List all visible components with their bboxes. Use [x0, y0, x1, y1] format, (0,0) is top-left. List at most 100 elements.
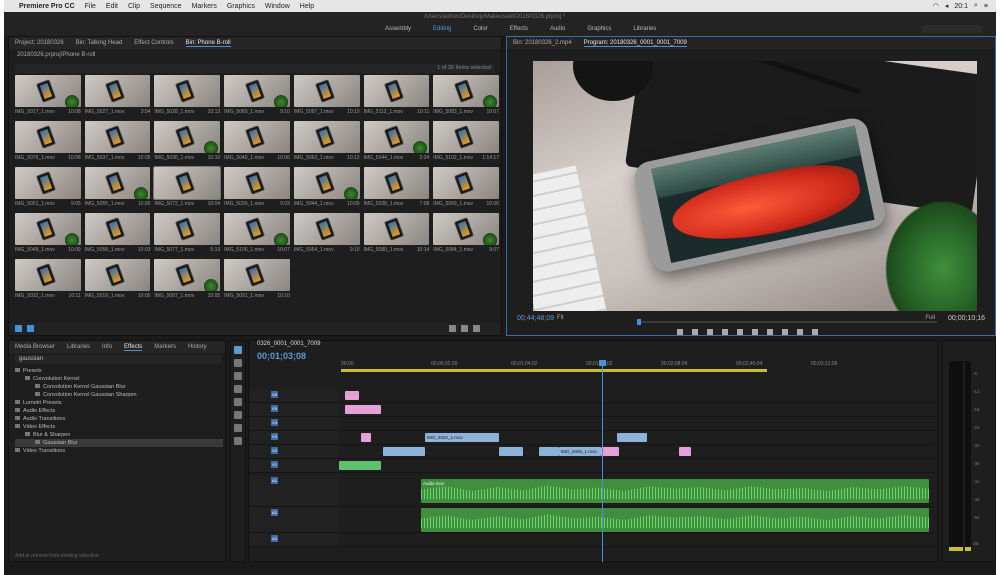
program-scrubber[interactable]	[637, 319, 937, 325]
type-tool-icon[interactable]	[234, 437, 242, 445]
track-label[interactable]: A2	[271, 509, 278, 516]
clip-thumbnail[interactable]: IMG_5102_1.mov 1:14:17	[433, 121, 499, 164]
track-label[interactable]: V3	[271, 433, 278, 440]
menu-edit[interactable]: Edit	[106, 3, 118, 10]
mark-out-icon[interactable]	[692, 329, 698, 335]
clip-thumbnail[interactable]: IMG_5036_1.mov 10:10	[154, 121, 221, 164]
effects-tree-item[interactable]: Gaussian Blur	[15, 439, 223, 447]
clip-v6[interactable]	[345, 391, 359, 400]
effects-search-input[interactable]: gaussian	[15, 355, 221, 364]
clip-thumbnail[interactable]: IMG_5044_1.mov 3:24	[363, 121, 430, 164]
clip-thumbnail[interactable]: IMG_5039_1.mov 9:03	[224, 167, 290, 210]
tab-markers[interactable]: Markers	[154, 344, 176, 350]
razor-icon[interactable]	[234, 385, 242, 393]
effects-tree-item[interactable]: Convolution Kernel	[15, 375, 223, 383]
icon-view-icon[interactable]	[27, 325, 34, 332]
clip-thumbnail[interactable]: IMG_5058_1.mov 10:03	[84, 213, 151, 256]
clip-thumbnail[interactable]: IMG_5097_1.mov 10:10	[293, 75, 360, 118]
tab-source[interactable]: Bin: 20180326_2.mp4	[513, 40, 572, 46]
clip-v5[interactable]	[345, 405, 381, 414]
ws-audio[interactable]: Audio	[539, 24, 576, 34]
new-bin-icon[interactable]	[449, 325, 456, 332]
clip-v2-a[interactable]	[383, 447, 425, 456]
clip-thumbnail[interactable]: IMG_5106_1.mov 10:07	[224, 213, 290, 256]
help-search-input[interactable]	[922, 25, 982, 33]
clip-thumbnail[interactable]: IMG_5069_1.mov 10:06	[433, 167, 499, 210]
audio-clip-a2[interactable]	[421, 508, 929, 532]
track-label[interactable]: A1	[271, 477, 278, 484]
ripple-edit-icon[interactable]	[234, 372, 242, 380]
clip-thumbnail[interactable]: IMG_5048_1.mov 10:09	[15, 213, 81, 256]
track-label[interactable]: V4	[271, 419, 278, 426]
tab-libraries[interactable]: Libraries	[67, 344, 90, 350]
menu-sequence[interactable]: Sequence	[150, 3, 182, 10]
clip-thumbnail[interactable]: IMG_5027_1.mov 3:04	[84, 75, 151, 118]
tab-bin-phone-broll[interactable]: Bin: Phone B-roll	[185, 40, 231, 47]
hand-icon[interactable]	[234, 424, 242, 432]
lift-icon[interactable]	[782, 329, 788, 335]
tab-bin-talking-head[interactable]: Bin: Talking Head	[76, 40, 123, 46]
go-to-in-icon[interactable]	[707, 329, 713, 335]
ws-assembly[interactable]: Assembly	[374, 24, 422, 34]
clip-thumbnail[interactable]: IMG_5054_1.mov 9:10	[293, 213, 360, 256]
track-label[interactable]: A3	[271, 535, 278, 542]
time-ruler[interactable]: 00;00 00;00;32;00 00;01;04;02 00;01;36;0…	[341, 351, 933, 372]
effects-tree-item[interactable]: Video Transitions	[15, 447, 223, 455]
tab-media-browser[interactable]: Media Browser	[15, 344, 55, 350]
tab-effects[interactable]: Effects	[124, 344, 143, 351]
clip-v3[interactable]	[361, 433, 371, 442]
menu-list-icon[interactable]: ≡	[984, 3, 988, 10]
clip-v2-b[interactable]	[499, 447, 523, 456]
clip-v2-c[interactable]	[539, 447, 559, 456]
play-icon[interactable]	[737, 329, 743, 335]
menu-graphics[interactable]: Graphics	[227, 3, 255, 10]
new-item-icon[interactable]	[461, 325, 468, 332]
tab-program[interactable]: Program: 20180326_0001_0001_7009	[583, 40, 687, 47]
clip-thumbnail[interactable]: IMG_5032_1.mov 10:11	[15, 259, 81, 302]
tab-effect-controls[interactable]: Effect Controls	[134, 40, 173, 46]
work-area-bar[interactable]	[341, 369, 933, 372]
clip-thumbnail[interactable]: IMG_5080_1.mov 10:14	[363, 213, 430, 256]
ws-effects[interactable]: Effects	[499, 24, 539, 34]
clip-thumbnail[interactable]: IMG_5051_1.mov 9:05	[15, 167, 81, 210]
tab-project[interactable]: Project: 20180326	[15, 40, 64, 46]
ws-color[interactable]: Color	[462, 24, 498, 34]
clip-v1[interactable]	[339, 461, 381, 470]
clip-thumbnail[interactable]: IMG_5037_1.mov 10:05	[84, 121, 151, 164]
step-back-icon[interactable]	[722, 329, 728, 335]
tab-history[interactable]: History	[188, 344, 207, 350]
timeline-playhead[interactable]	[599, 360, 606, 562]
mark-in-icon[interactable]	[677, 329, 683, 335]
clip-v3-b[interactable]	[617, 433, 647, 442]
selection-tool-icon[interactable]	[234, 346, 242, 354]
menu-markers[interactable]: Markers	[192, 3, 217, 10]
track-label[interactable]: V2	[271, 447, 278, 454]
extract-icon[interactable]	[797, 329, 803, 335]
sequence-tab[interactable]: 0326_0001_0001_7009	[257, 341, 320, 347]
effects-tree-item[interactable]: Lumetri Presets	[15, 399, 223, 407]
clip-thumbnail[interactable]: IMG_5083_1.mov 10:07	[433, 75, 499, 118]
effects-tree-item[interactable]: Presets	[15, 367, 223, 375]
audio-clip-a1[interactable]: Audio.mov	[421, 479, 929, 503]
clip-thumbnail[interactable]: IMG_5028_1.mov 10:13	[154, 75, 221, 118]
bin-search-input[interactable]	[15, 64, 495, 73]
menu-help[interactable]: Help	[300, 3, 314, 10]
trash-icon[interactable]	[473, 325, 480, 332]
go-to-out-icon[interactable]	[767, 329, 773, 335]
ws-libraries[interactable]: Libraries	[622, 24, 667, 34]
clock[interactable]: 20:1	[954, 3, 968, 10]
clip-v3-main[interactable]: IMG_5082_1.mov	[425, 433, 499, 442]
effects-tree-item[interactable]: Video Effects	[15, 423, 223, 431]
clip-thumbnail[interactable]: IMG_5063_1.mov 10:13	[293, 121, 360, 164]
clip-thumbnail[interactable]: IMG_5019_1.mov 10:05	[84, 259, 151, 302]
export-frame-icon[interactable]	[812, 329, 818, 335]
ws-editing[interactable]: Editing	[422, 24, 462, 34]
list-view-icon[interactable]	[15, 325, 22, 332]
menu-window[interactable]: Window	[265, 3, 290, 10]
menu-clip[interactable]: Clip	[128, 3, 140, 10]
clip-thumbnail[interactable]: IMG_5044_1.mov 10:09	[293, 167, 360, 210]
clip-thumbnail[interactable]: IMG_5017_1.mov 10:08	[15, 75, 81, 118]
playhead-timecode[interactable]: 00;44;48;09	[517, 315, 554, 322]
effects-tree-item[interactable]: Convolution Kernel Gaussian Sharpen	[15, 391, 223, 399]
track-label[interactable]: V1	[271, 461, 278, 468]
